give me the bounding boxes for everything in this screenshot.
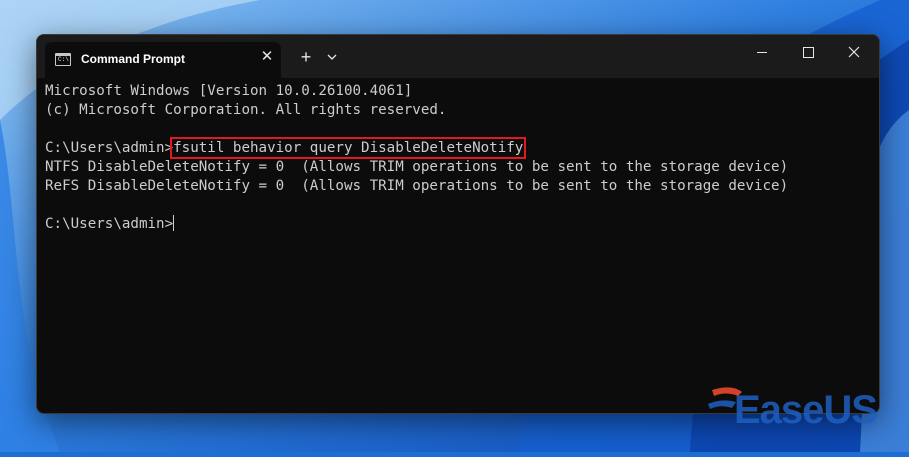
maximize-button[interactable] [785, 35, 831, 71]
close-icon [848, 46, 860, 58]
chevron-down-icon[interactable] [325, 50, 339, 64]
highlighted-command: fsutil behavior query DisableDeleteNotif… [170, 137, 527, 159]
prompt-text: C:\Users\admin> [45, 216, 174, 232]
tab-title: Command Prompt [81, 52, 186, 66]
minimize-icon [757, 52, 767, 53]
minimize-button[interactable] [739, 35, 785, 71]
output-line: ReFS DisableDeleteNotify = 0 (Allows TRI… [45, 178, 789, 194]
title-bar[interactable]: C:\ Command Prompt ✕ + [37, 35, 879, 78]
terminal-window[interactable]: C:\ Command Prompt ✕ + Microsoft Windows… [36, 34, 880, 414]
cmd-icon: C:\ [55, 53, 71, 66]
output-line: NTFS DisableDeleteNotify = 0 (Allows TRI… [45, 159, 789, 175]
close-button[interactable] [831, 35, 877, 71]
output-line: Microsoft Windows [Version 10.0.26100.40… [45, 83, 413, 99]
new-tab-button[interactable]: + [296, 48, 316, 68]
output-line: (c) Microsoft Corporation. All rights re… [45, 102, 447, 118]
text-cursor [173, 215, 175, 231]
tab-close-icon[interactable]: ✕ [260, 49, 274, 64]
terminal-output[interactable]: Microsoft Windows [Version 10.0.26100.40… [45, 82, 871, 402]
easeus-watermark: EaseUS [700, 378, 900, 440]
watermark-text: EaseUS [734, 388, 878, 432]
active-prompt-line[interactable]: C:\Users\admin> [45, 215, 871, 234]
command-line: C:\Users\admin>fsutil behavior query Dis… [45, 137, 871, 159]
tab-command-prompt[interactable]: C:\ Command Prompt ✕ [45, 42, 281, 78]
maximize-icon [803, 47, 814, 58]
prompt-text: C:\Users\admin> [45, 140, 174, 156]
